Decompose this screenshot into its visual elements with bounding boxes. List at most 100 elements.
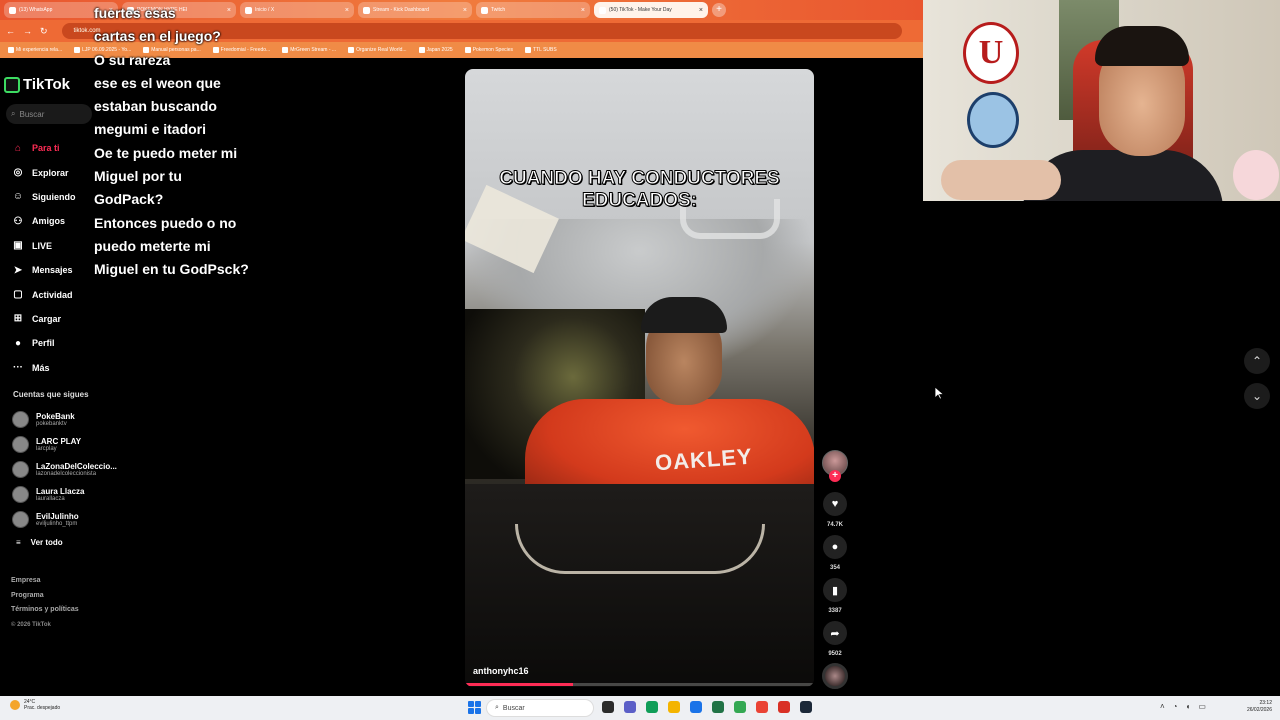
bookmark-favicon-icon: [74, 47, 81, 53]
wifi-icon[interactable]: ◔: [1173, 702, 1178, 711]
follow-creator-button[interactable]: +: [829, 470, 841, 482]
previous-video-button[interactable]: ⌃: [1244, 348, 1270, 374]
like-button[interactable]: ♥: [823, 492, 847, 516]
battery-icon[interactable]: ▭: [1198, 702, 1206, 711]
new-tab-button[interactable]: +: [712, 3, 726, 17]
weather-desc: Prac. despejado: [24, 705, 61, 711]
save-button[interactable]: ▮: [823, 578, 847, 602]
taskbar-search-placeholder: Buscar: [502, 704, 525, 712]
close-tab-icon[interactable]: ×: [581, 7, 585, 14]
taskbar-app-icon[interactable]: [800, 701, 812, 713]
weather-widget[interactable]: 24°C Prac. despejado: [10, 699, 60, 711]
following-account[interactable]: Laura Llacza laurallacza: [12, 482, 117, 507]
volume-icon[interactable]: ◖: [1186, 702, 1191, 711]
nav-item-para-ti[interactable]: ⌂ Para ti: [12, 136, 76, 160]
bookmark-item[interactable]: Japan 2025: [418, 47, 453, 53]
footer-link-company[interactable]: Empresa: [11, 574, 79, 589]
messages-icon: ➤: [13, 264, 23, 276]
bookmark-label: Pokemon Species: [472, 47, 513, 53]
bookmark-label: MrGreen Stream - ...: [290, 47, 337, 53]
see-all-link[interactable]: ≡ Ver todo: [16, 538, 63, 547]
close-tab-icon[interactable]: ×: [345, 7, 349, 14]
share-button[interactable]: ➦: [823, 621, 847, 645]
account-handle: pokebanktv: [36, 420, 67, 427]
comment-button[interactable]: ●: [823, 535, 847, 559]
bookmark-favicon-icon: [282, 47, 289, 53]
sun-icon: [10, 700, 20, 710]
stream-chat-overlay: fuertes esas cartas en el juego? O su rare…: [94, 2, 254, 282]
video-author-username[interactable]: anthonyhc16: [473, 666, 529, 676]
taskbar-app-icon[interactable]: [624, 701, 636, 713]
browser-tab[interactable]: Inicio / X ×: [240, 2, 354, 18]
taskbar-clock[interactable]: 23:12 26/02/2026: [1236, 700, 1272, 714]
close-tab-icon[interactable]: ×: [699, 7, 703, 14]
bookmark-item[interactable]: MrGreen Stream - ...: [282, 47, 336, 53]
account-name: LaZonaDelColeccio...: [36, 461, 117, 471]
sound-disc[interactable]: [822, 663, 848, 689]
nav-item-label: Siguiendo: [32, 191, 76, 202]
chat-message: megumi e itadori: [94, 121, 207, 138]
taskbar-app-icon[interactable]: [668, 701, 680, 713]
nav-item-perfil[interactable]: ● Perfil: [12, 331, 76, 355]
account-name: EvilJulinho: [36, 511, 79, 521]
forward-icon[interactable]: →: [23, 26, 32, 36]
video-progress-bar[interactable]: [465, 683, 814, 686]
tiktok-logo[interactable]: TikTok: [4, 76, 70, 93]
tab-favicon-icon: [599, 6, 606, 14]
bookmark-favicon-icon: [464, 47, 471, 53]
tray-chevron-icon[interactable]: ˄: [1160, 702, 1165, 711]
taskbar-app-icon[interactable]: [712, 701, 724, 713]
footer-link-terms[interactable]: Términos y políticas: [11, 603, 79, 618]
taskbar-app-icon[interactable]: [646, 701, 658, 713]
windows-start-button[interactable]: [468, 701, 481, 714]
search-icon: ⌕: [11, 109, 16, 118]
bookmark-item[interactable]: TTL SUBS: [525, 47, 557, 53]
avatar: [12, 511, 29, 528]
bookmark-item[interactable]: Pokemon Species: [464, 47, 513, 53]
live-icon: ▣: [13, 240, 23, 252]
taskbar-app-icon[interactable]: [602, 701, 614, 713]
following-account[interactable]: LARC PLAY larcplay: [12, 432, 117, 457]
next-video-button[interactable]: ⌄: [1244, 383, 1270, 409]
nav-item-amigos[interactable]: ⚇ Amigos: [12, 209, 76, 233]
bookmark-favicon-icon: [418, 47, 425, 53]
browser-tab[interactable]: Stream - Kick Dashboard ×: [358, 2, 472, 18]
nav-item-live[interactable]: ▣ LIVE: [12, 234, 76, 258]
tiktok-logo-text: TikTok: [23, 76, 70, 93]
nav-item-siguiendo[interactable]: ☺ Siguiendo: [12, 185, 76, 209]
nav-item-mensajes[interactable]: ➤ Mensajes: [12, 258, 76, 282]
nav-item-label: Amigos: [32, 216, 66, 227]
following-account[interactable]: LaZonaDelColeccio... lazonadelcoleccionis…: [12, 457, 117, 482]
footer-link-program[interactable]: Programa: [11, 589, 79, 604]
more-icon: ···: [13, 362, 23, 374]
nav-item-cargar[interactable]: ⊞ Cargar: [12, 307, 76, 331]
reload-icon[interactable]: ↻: [40, 26, 48, 37]
browser-tab[interactable]: (50) TikTok - Make Your Day ×: [594, 2, 708, 18]
share-action: ➦ 9502: [823, 621, 847, 657]
taskbar-app-icon[interactable]: [778, 701, 790, 713]
close-tab-icon[interactable]: ×: [463, 7, 467, 14]
windows-logo-icon: [468, 701, 474, 707]
browser-tab[interactable]: Twitch ×: [476, 2, 590, 18]
list-icon: ≡: [16, 538, 21, 547]
search-input[interactable]: ⌕ Buscar: [6, 104, 92, 124]
chat-message: cartas en el juego?: [94, 28, 221, 45]
nav-item-m-s[interactable]: ··· Más: [12, 356, 76, 380]
taskbar-app-icon[interactable]: [690, 701, 702, 713]
video-player[interactable]: OAKLEY CUANDO HAY CONDUCTORES EDUCADOS: …: [465, 69, 814, 687]
following-account[interactable]: EvilJulinho eviljulinho_ttpm: [12, 507, 117, 532]
taskbar-app-icon[interactable]: [734, 701, 746, 713]
nav-item-explorar[interactable]: ◎ Explorar: [12, 160, 76, 184]
chat-message: Oe te puedo meter mi Miguel por tu GodPa…: [94, 144, 238, 208]
nav-item-actividad[interactable]: ▢ Actividad: [12, 282, 76, 306]
taskbar-app-icon[interactable]: [756, 701, 768, 713]
following-account[interactable]: PokeBank pokebanktv: [12, 407, 117, 432]
tab-label: Stream - Kick Dashboard: [373, 7, 429, 13]
taskbar-search[interactable]: ⌕ Buscar: [486, 699, 594, 717]
tab-label: Inicio / X: [255, 7, 275, 13]
account-name: LARC PLAY: [36, 436, 82, 446]
account-handle: eviljulinho_ttpm: [36, 520, 78, 527]
bookmark-item[interactable]: Organize Real World...: [348, 47, 407, 53]
back-icon[interactable]: ←: [6, 26, 15, 36]
bookmark-item[interactable]: Mi experiencia rela...: [8, 47, 62, 53]
